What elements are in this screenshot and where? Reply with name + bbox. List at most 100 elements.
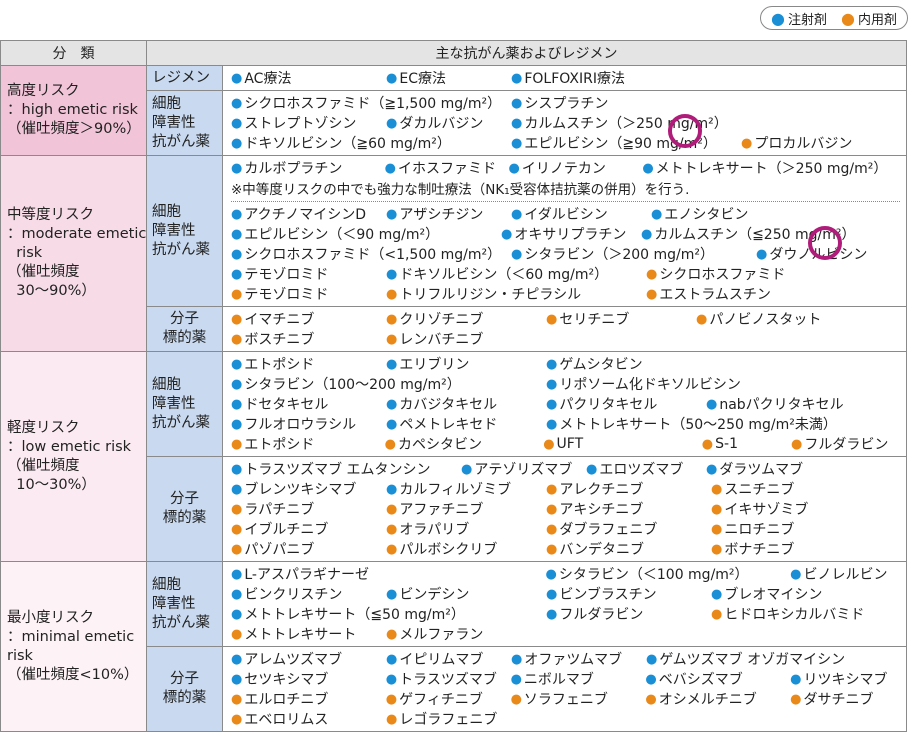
drug-name: ボスチニブ <box>244 332 315 348</box>
label-line: 最小度リスク <box>7 609 94 626</box>
moderate-note: ※中等度リスクの中でも強力な制吐療法（NK₁受容体拮抗薬の併用）を行う. <box>231 182 690 198</box>
injection-dot-icon: ● <box>546 606 558 622</box>
label-line: （催吐頻度＞90%） <box>7 121 141 137</box>
drug-name: エストラムスチン <box>659 287 771 303</box>
drug-item: ● UFT <box>543 436 702 452</box>
drug-name: EC療法 <box>399 71 446 87</box>
drug-name: イキサゾミブ <box>724 502 809 518</box>
drug-name: パルボシクリブ <box>399 542 498 558</box>
drug-name: カペシタビン <box>397 437 482 453</box>
injection-dot-icon: ● <box>511 95 523 111</box>
drug-name: セリチニブ <box>559 312 630 328</box>
drug-name: オラパリブ <box>399 522 470 538</box>
label-line: 標的薬 <box>162 330 207 346</box>
injection-dot-icon: ● <box>461 461 473 477</box>
oral-dot-icon: ● <box>546 521 558 537</box>
drug-item: ● S-1 <box>702 436 791 452</box>
drug-name: UFT <box>556 436 584 452</box>
drug-item: ● アザシチジン <box>386 204 511 224</box>
drug-item: ● パノビノスタット <box>696 309 836 329</box>
drug-name: シクロホスファミド <box>659 267 786 283</box>
drug-name: トリフルリジン・チピラシル <box>399 287 582 303</box>
drug-item: ● カルボプラチン <box>231 158 385 178</box>
drug-item: ● テモゾロミド <box>231 284 386 304</box>
drug-name: ペメトレキセド <box>399 417 498 433</box>
label-line: 標的薬 <box>162 690 207 706</box>
drug-item: ● ダラツムマブ <box>706 459 836 479</box>
injection-dot-icon: ● <box>386 651 398 667</box>
drug-item: ● フルダラビン <box>791 434 900 454</box>
drug-name: ラパチニブ <box>244 502 315 518</box>
drug-row: ● フルオロウラシル ● ペメトレキセド ● メトトレキサート（50〜250 mg/m²未… <box>231 414 900 434</box>
injection-dot-icon: ● <box>386 586 398 602</box>
oral-dot-icon: ● <box>711 606 723 622</box>
injection-dot-icon: ● <box>386 396 398 412</box>
drug-name: トラスツズマブ <box>399 672 497 688</box>
drug-item: ● シタラビン（＞200 mg/m²） <box>511 244 756 264</box>
high-risk-label: 高度リスク ：high emetic risk （催吐頻度＞90%） <box>0 65 147 156</box>
oral-dot-icon: ● <box>231 521 243 537</box>
injection-dot-icon: ● <box>231 246 243 262</box>
drug-item: ● アクチノマイシンD <box>231 204 386 224</box>
drug-item: ● ベバシズマブ <box>645 669 790 689</box>
drug-name: メトトレキサート（50〜250 mg/m²未満） <box>559 417 837 433</box>
injection-dot-icon: ● <box>511 246 523 262</box>
drug-item: ● オシメルチニブ <box>645 689 790 709</box>
drug-item: ● ダブラフェニブ <box>546 519 711 539</box>
drug-name: ヒドロキシカルバミド <box>724 607 865 623</box>
drug-name: カルフィルゾミブ <box>399 482 512 498</box>
injection-dot-icon: ● <box>231 671 243 687</box>
drug-name: シクロホスファミド（≧1,500 mg/m²） <box>244 96 502 112</box>
injection-dot-icon: ● <box>771 8 785 28</box>
oral-dot-icon: ● <box>543 436 555 452</box>
drug-name: テモゾロミド <box>244 267 329 283</box>
drug-name: パゾパニブ <box>244 542 315 558</box>
drug-item: ● エノシタビン <box>651 204 791 224</box>
drug-item: ● シスプラチン <box>511 93 711 113</box>
drug-item: ● ビンブラスチン <box>546 584 711 604</box>
minimal-mol-drugs: ● アレムツズマブ ● イピリムマブ ● オファツムマブ ● ゲムツズマブ オゾガマイシン ● セ… <box>222 646 907 732</box>
drug-item: ● エトポシド <box>231 434 385 454</box>
label-line: 抗がん薬 <box>152 133 210 150</box>
injection-dot-icon: ● <box>646 651 658 667</box>
drug-name: ニボルマブ <box>523 672 594 688</box>
label-line: 障害性 <box>152 395 196 412</box>
oral-dot-icon: ● <box>386 521 398 537</box>
drug-item: ● ラパチニブ <box>231 499 386 519</box>
label-line: 中等度リスク <box>7 207 94 223</box>
injection-dot-icon: ● <box>511 70 523 86</box>
injection-dot-icon: ● <box>706 396 718 412</box>
oral-dot-icon: ● <box>386 331 398 347</box>
injection-dot-icon: ● <box>231 606 243 622</box>
low-mol-label: 分子 標的薬 <box>146 456 223 562</box>
drug-item: ● AC療法 <box>231 68 386 88</box>
drug-row: ● アクチノマイシンD ● アザシチジン ● イダルビシン ● エノシタビン <box>231 204 900 224</box>
drug-item: ● ドセタキセル <box>231 394 386 414</box>
injection-dot-icon: ● <box>386 416 398 432</box>
drug-name: アファチニブ <box>399 502 484 518</box>
drug-row: ● トラスツズマブ エムタンシン ● アテゾリズマブ ● エロツズマブ ● ダラツムマブ <box>231 459 900 479</box>
drug-name: ドキソルビシン（≧60 mg/m²） <box>244 136 451 152</box>
injection-dot-icon: ● <box>231 226 243 242</box>
drug-item: ● プロカルバジン <box>741 133 891 153</box>
drug-name: メトトレキサート <box>244 627 357 643</box>
oral-dot-icon: ● <box>386 286 398 302</box>
drug-item: ● ニボルマブ <box>511 669 646 689</box>
injection-dot-icon: ● <box>642 160 654 176</box>
drug-item: ● ニロチニブ <box>711 519 841 539</box>
drug-name: シスプラチン <box>524 96 609 112</box>
drug-item: ● ボナチニブ <box>711 539 841 559</box>
low-cyto-drugs: ● エトポシド ● エリブリン ● ゲムシタビン ● シタラビン（100〜200 mg/m²）… <box>222 351 907 457</box>
drug-name: エリブリン <box>399 357 470 373</box>
drug-name: ストレプトゾシン <box>244 116 357 132</box>
injection-dot-icon: ● <box>651 206 663 222</box>
drug-name: エロツズマブ <box>599 462 684 478</box>
label-line: 分子 <box>170 671 199 687</box>
drug-name: フルダラビン <box>804 437 889 453</box>
label-line: 障害性 <box>152 114 196 131</box>
drug-name: イダルビシン <box>524 207 608 223</box>
drug-name: エピルビシン（＜90 mg/m²） <box>244 227 440 243</box>
label-line: 抗がん薬 <box>152 241 210 258</box>
drug-item: ● メトトレキサート（50〜250 mg/m²未満） <box>546 414 846 434</box>
high-regimen-row: 高度リスク ：high emetic risk （催吐頻度＞90%） レジメン ● A… <box>0 65 907 156</box>
